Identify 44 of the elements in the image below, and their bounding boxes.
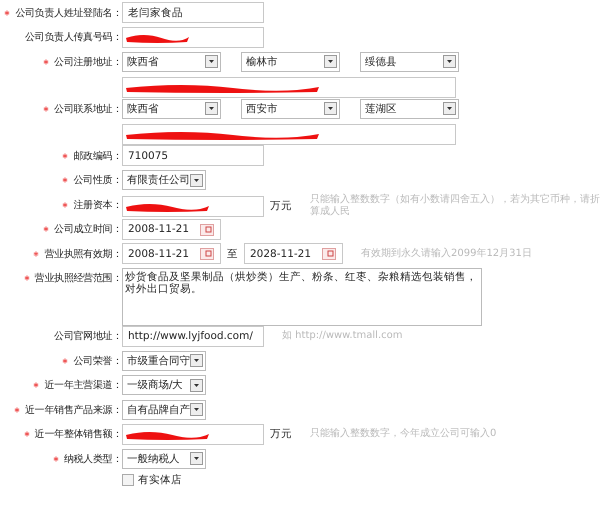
dropdown[interactable]: 榆林市 [241, 52, 340, 72]
range-separator: 至 [227, 246, 238, 260]
hint-text: 只能输入整数数字（如有小数请四舍五入），若为其它币种，请折算成人民 [310, 194, 600, 218]
dropdown[interactable]: 陕西省 [122, 98, 221, 118]
dropdown[interactable]: 一级商场/大 [122, 375, 206, 395]
checkbox-label: 有实体店 [138, 472, 182, 486]
unit-label: 万元 [270, 199, 292, 213]
field-label: 公司成立时间： [54, 222, 122, 236]
dropdown[interactable]: 一般纳税人 [122, 448, 206, 468]
input-field[interactable]: 老闫家食品 [122, 2, 264, 23]
hint-text: 有效期到永久请输入2099年12月31日 [361, 248, 532, 260]
text-area[interactable]: 炒货食品及坚果制品（烘炒类）生产、粉条、红枣、杂粮精选包装销售， 对外出口贸易。 [122, 268, 482, 326]
dropdown[interactable]: 西安市 [241, 98, 340, 118]
date-field[interactable]: 2008-11-21 [122, 243, 221, 264]
field-label: 近一年销售产品来源： [24, 404, 122, 416]
dropdown[interactable]: 有限责任公司 [122, 170, 206, 190]
input-field[interactable]: 710075 [122, 145, 264, 166]
field-label: 注册资本： [73, 198, 122, 212]
dropdown[interactable]: 莲湖区 [360, 98, 459, 118]
dropdown[interactable]: 陕西省 [122, 52, 221, 72]
dropdown[interactable]: 市级重合同守 [122, 350, 206, 370]
field-label: 公司联系地址： [54, 102, 122, 116]
field-label: 纳税人类型： [64, 452, 122, 466]
unit-label: 万元 [270, 427, 292, 441]
text-line: 对外出口贸易。 [125, 282, 202, 294]
date-field[interactable]: 2008-11-21 [122, 218, 221, 240]
dropdown[interactable]: 绥德县 [360, 52, 459, 72]
date-field[interactable]: 2028-11-21 [244, 243, 343, 264]
text-line: 炒货食品及坚果制品（烘炒类）生产、粉条、红枣、杂粮精选包装销售， [125, 270, 477, 282]
dropdown[interactable]: 自有品牌自产 [122, 400, 206, 420]
field-label: 公司负责人传真号码： [24, 30, 122, 44]
field-label: 公司官网地址： [54, 330, 122, 343]
hint-text: 只能输入整数数字，今年成立公司可输入0 [310, 428, 496, 440]
field-label: 公司性质： [73, 174, 122, 187]
field-label: 营业执照经营范围： [34, 272, 122, 285]
input-field[interactable]: http://www.lyjfood.com/ [122, 326, 264, 346]
field-label: 近一年整体销售额： [34, 428, 122, 441]
field-label: 邮政编码： [73, 150, 122, 162]
field-label: 近一年主营渠道： [44, 378, 122, 392]
field-label: 公司注册地址： [54, 56, 122, 68]
field-label: 公司负责人姓址登陆名： [15, 6, 122, 20]
field-label: 公司荣誉： [73, 354, 122, 368]
hint-text: 如 http://www.tmall.com [282, 330, 402, 342]
field-label: 营业执照有效期： [44, 248, 122, 260]
